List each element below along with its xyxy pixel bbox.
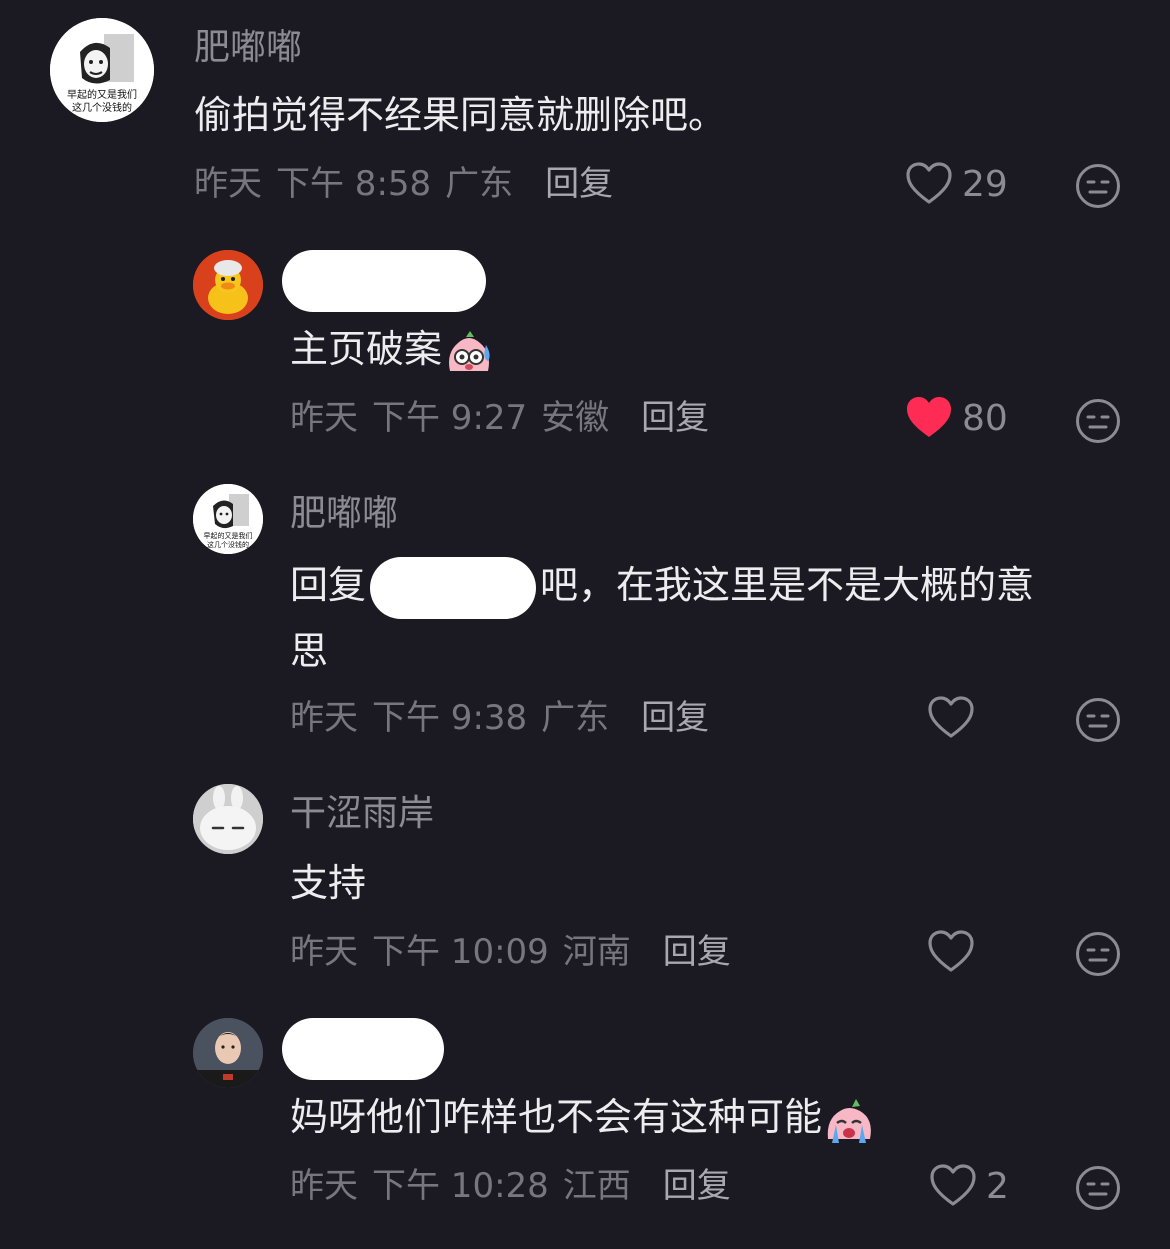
crying-face-emoji [827,1098,871,1143]
heart-outline-icon [928,930,974,972]
like-count: 2 [986,1165,1009,1207]
meh-face-icon [1076,1166,1120,1210]
comment-date: 昨天 [290,398,358,438]
avatar-caption-line1: 早起的又是我们 [204,531,253,540]
like-button[interactable] [928,696,984,740]
comment-text: 主页破案 [290,316,496,382]
redacted-mention[interactable] [370,556,537,619]
avatar[interactable]: 早起的又是我们 这几个没钱的 [50,18,154,122]
redaction-block [282,250,486,312]
avatar[interactable] [193,250,263,320]
dislike-button[interactable] [1075,163,1121,213]
reply-button[interactable]: 回复 [663,932,731,972]
comment-time: 下午 9:27 [372,398,528,438]
comment-location: 江西 [562,1166,631,1206]
redaction-block [282,1018,444,1080]
meh-face-icon [1076,399,1120,443]
username[interactable]: 肥嘟嘟 [194,26,302,70]
sweat-face-emoji [449,330,490,371]
reply-button[interactable]: 回复 [641,398,709,438]
comment-time: 下午 8:58 [276,164,432,204]
username[interactable]: 干涩雨岸 [290,792,434,836]
reply-button[interactable]: 回复 [545,164,613,204]
comment-location: 广东 [541,698,610,738]
meh-face-icon [1076,932,1120,976]
comment-location: 广东 [445,164,514,204]
dislike-button[interactable] [1075,697,1121,747]
dislike-button[interactable] [1075,398,1121,448]
like-button[interactable] [928,930,984,974]
username-redacted[interactable] [282,250,486,312]
comment-date: 昨天 [290,698,358,738]
avatar[interactable] [193,784,263,854]
reply-button[interactable]: 回复 [663,1166,731,1206]
avatar-caption-line2: 这几个没钱的 [72,101,132,114]
avatar[interactable] [193,1018,263,1088]
avatar-caption-line1: 早起的又是我们 [67,88,137,101]
comment-text: 支持 [290,861,367,905]
comment-time: 下午 9:38 [372,698,528,738]
reply-button[interactable]: 回复 [641,698,709,738]
reply-prefix: 回复 [290,563,367,607]
avatar-caption-line2: 这几个没钱的 [207,540,249,549]
comment-date: 昨天 [194,164,262,204]
meme-face-avatar-image: 早起的又是我们 这几个没钱的 [50,18,154,122]
heart-outline-icon [928,696,974,738]
dislike-button[interactable] [1075,931,1121,981]
comment-text: 回复 吧，在我这里是不是大概的意 [290,552,1034,619]
comment-text: 妈呀他们咋样也不会有这种可能 [290,1084,876,1150]
dislike-button[interactable] [1075,1165,1121,1215]
comment-time: 下午 10:28 [372,1166,549,1206]
avatar[interactable]: 早起的又是我们 这几个没钱的 [193,484,263,554]
like-button[interactable]: 2 [930,1164,1009,1208]
comment-time: 下午 10:09 [372,932,549,972]
comment-thread: 早起的又是我们 这几个没钱的 肥嘟嘟 偷拍觉得不经果同意就删除吧。 昨天 下午 8… [0,0,1170,1249]
comment-meta: 昨天 下午 10:28 江西 回复 [290,1164,745,1208]
comment-meta: 昨天 下午 9:27 安徽 回复 [290,396,723,440]
like-button[interactable]: 29 [906,162,1008,206]
comment-date: 昨天 [290,1166,358,1206]
heart-filled-icon [907,397,951,437]
comment-date: 昨天 [290,932,358,972]
username[interactable]: 肥嘟嘟 [290,492,398,536]
duck-avatar-image [193,250,263,320]
meme-face-avatar-image: 早起的又是我们 这几个没钱的 [193,484,263,554]
comment-meta: 昨天 下午 10:09 河南 回复 [290,930,745,974]
comment-text-content: 吧，在我这里是不是大概的意 [540,563,1035,607]
username-redacted[interactable] [282,1018,444,1080]
comment-text-content: 主页破案 [290,327,443,371]
comment-meta: 昨天 下午 9:38 广东 回复 [290,696,723,740]
meh-face-icon [1076,698,1120,742]
bunny-avatar-image [193,784,263,854]
comment-text-continued: 思 [290,629,329,673]
like-count: 29 [962,163,1008,205]
comment-meta: 昨天 下午 8:58 广东 回复 [194,162,627,206]
heart-outline-icon [930,1164,976,1206]
like-button[interactable]: 80 [906,396,1008,440]
person-avatar-image [193,1018,263,1088]
like-count: 80 [962,397,1008,439]
meh-face-icon [1076,164,1120,208]
comment-location: 安徽 [541,398,610,438]
heart-outline-icon [906,162,952,204]
comment-location: 河南 [562,932,631,972]
comment-text-content: 妈呀他们咋样也不会有这种可能 [290,1095,823,1139]
comment-text: 偷拍觉得不经果同意就删除吧。 [194,93,727,137]
